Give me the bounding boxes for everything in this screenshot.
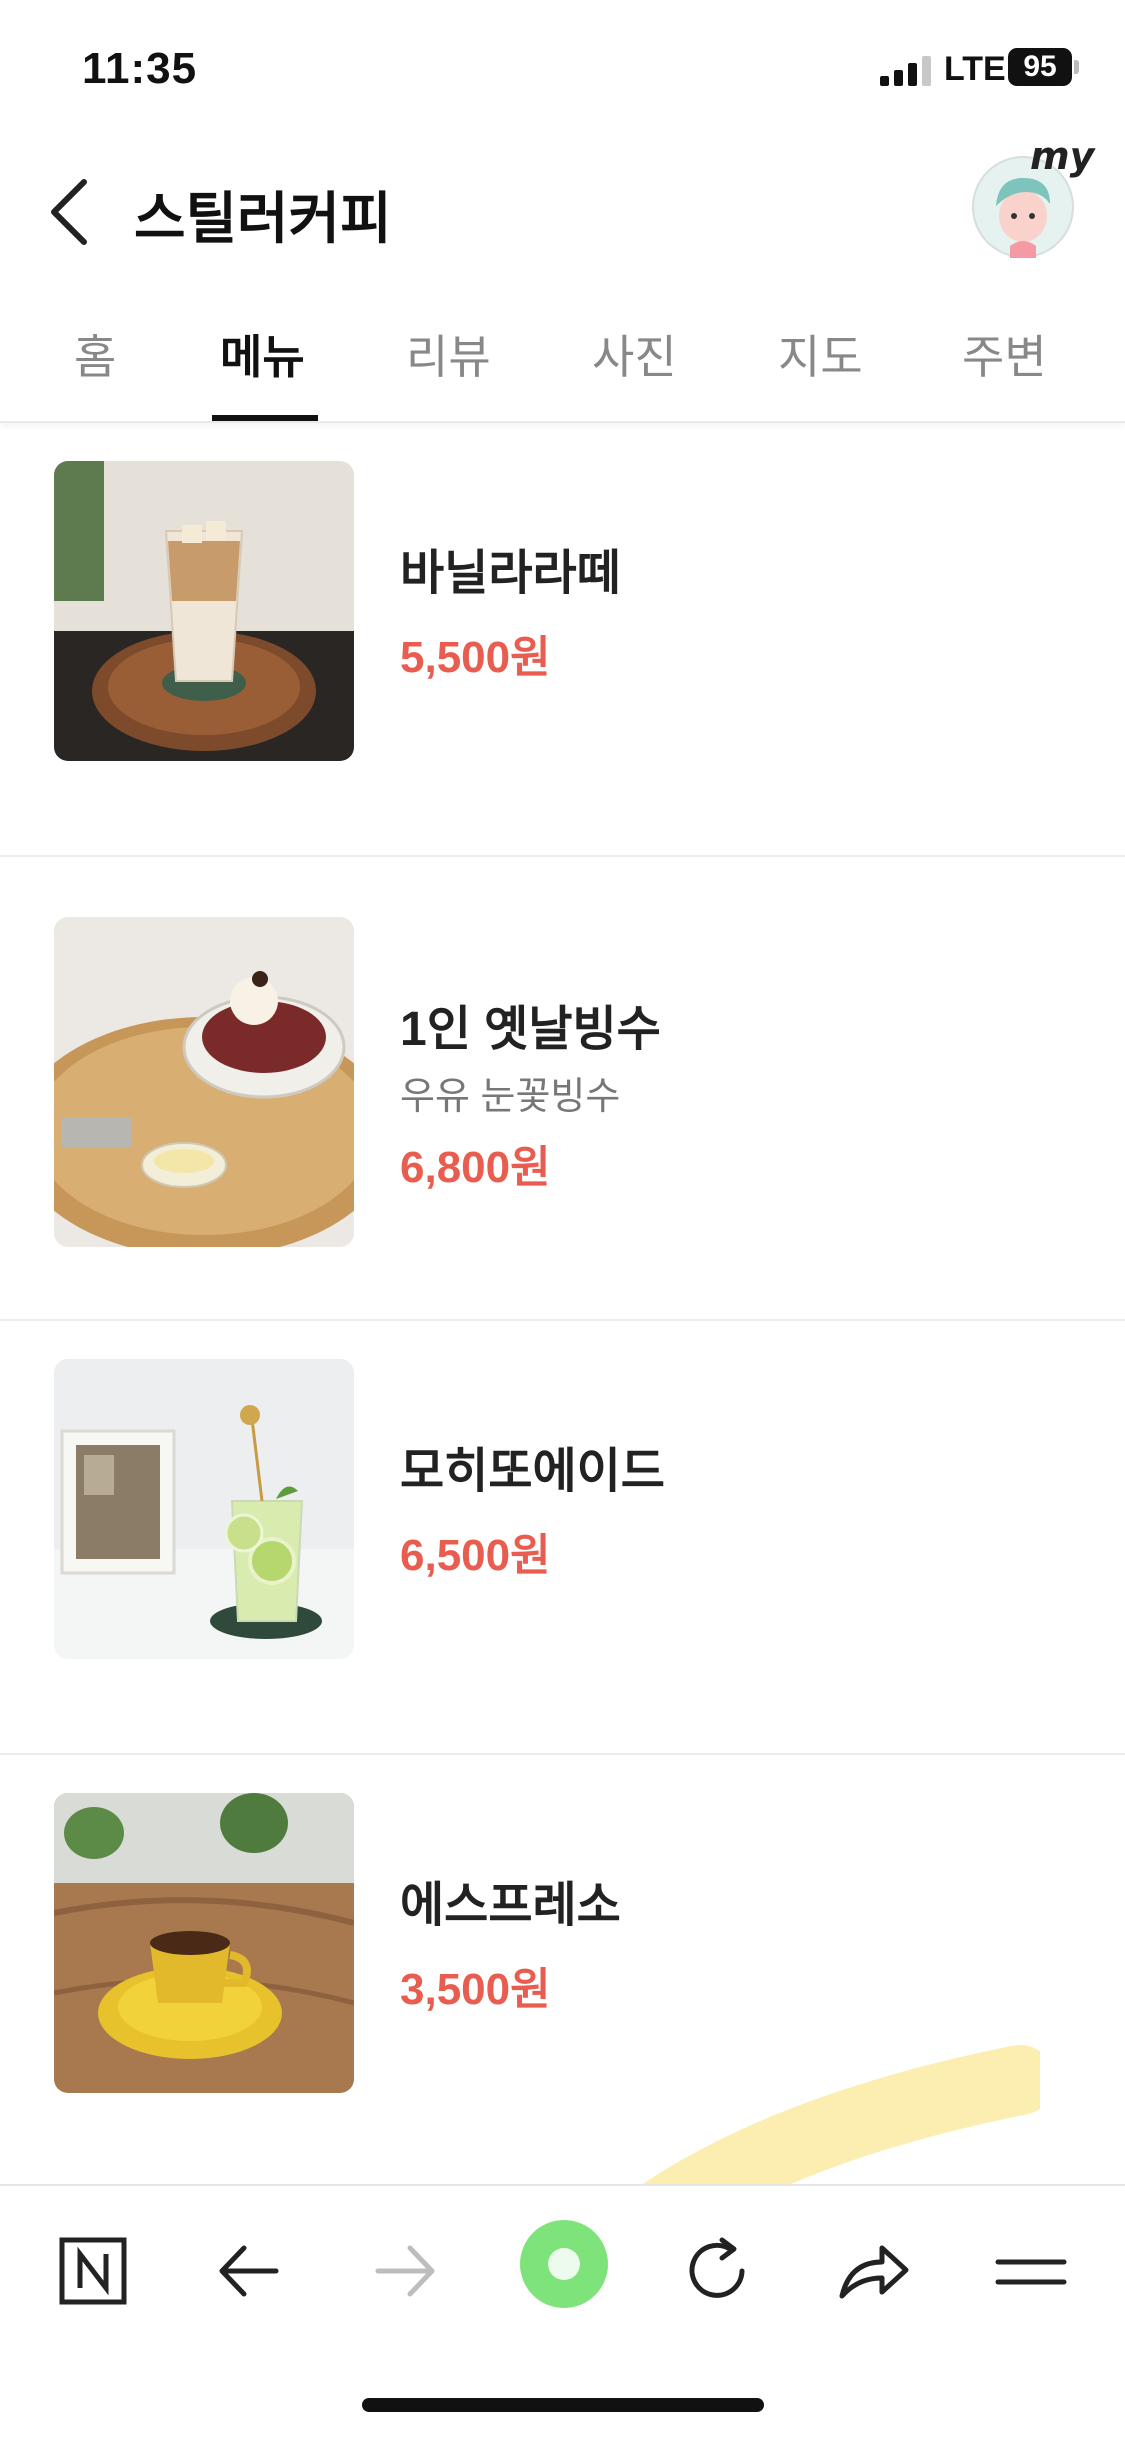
menu-item-name: 바닐라라떼 [400, 547, 621, 600]
battery-cap [1074, 60, 1079, 74]
tab-menu[interactable]: 메뉴 [220, 321, 305, 387]
tab-bar: 홈 메뉴 리뷰 사진 지도 주변 [0, 285, 1125, 423]
back-arrow-icon[interactable] [204, 2226, 294, 2316]
signal-icon [880, 56, 931, 86]
menu-item[interactable]: 에스프레소 3,500원 [0, 1753, 1125, 2189]
tab-home[interactable]: 홈 [74, 321, 116, 387]
menu-item[interactable]: 바닐라라떼 5,500원 [0, 421, 1125, 857]
naver-logo-icon[interactable] [48, 2226, 138, 2316]
profile-avatar[interactable]: my [972, 134, 1094, 258]
iced-latte-photo [54, 461, 354, 761]
menu-item-name: 1인 옛날빙수 [400, 1003, 661, 1056]
menu-item-price: 6,500원 [400, 1531, 551, 1580]
tab-photos[interactable]: 사진 [592, 321, 677, 387]
chevron-left-icon[interactable] [40, 170, 100, 250]
network-label: LTE [944, 50, 1006, 88]
mojito-ade-photo [54, 1359, 354, 1659]
menu-item-name: 모히또에이드 [400, 1445, 665, 1498]
header: 스틸러커피 my [0, 134, 1125, 270]
battery-icon: 95 [1008, 48, 1072, 86]
page-title: 스틸러커피 [134, 187, 392, 250]
menu-item[interactable]: 모히또에이드 6,500원 [0, 1319, 1125, 1755]
menu-icon[interactable] [986, 2226, 1076, 2316]
status-time: 11:35 [82, 44, 198, 93]
share-icon[interactable] [828, 2226, 918, 2316]
menu-item-price: 3,500원 [400, 1965, 551, 2014]
tab-map[interactable]: 지도 [778, 321, 863, 387]
reload-icon[interactable] [672, 2226, 762, 2316]
tab-reviews[interactable]: 리뷰 [406, 321, 491, 387]
status-bar: 11:35 LTE 95 [0, 0, 1125, 130]
menu-item-description: 우유 눈꽃빙수 [400, 1076, 621, 1118]
my-badge: my [1030, 134, 1095, 178]
home-indicator[interactable] [362, 2398, 764, 2412]
green-dot-icon[interactable] [516, 2216, 612, 2312]
bingsu-photo [54, 917, 354, 1247]
espresso-photo [54, 1793, 354, 2093]
menu-item-price: 6,800원 [400, 1143, 551, 1192]
menu-item-name: 에스프레소 [400, 1879, 621, 1932]
tab-nearby[interactable]: 주변 [962, 321, 1047, 387]
forward-arrow-icon[interactable] [360, 2226, 450, 2316]
menu-item[interactable]: 1인 옛날빙수 우유 눈꽃빙수 6,800원 [0, 855, 1125, 1321]
menu-item-price: 5,500원 [400, 633, 551, 682]
